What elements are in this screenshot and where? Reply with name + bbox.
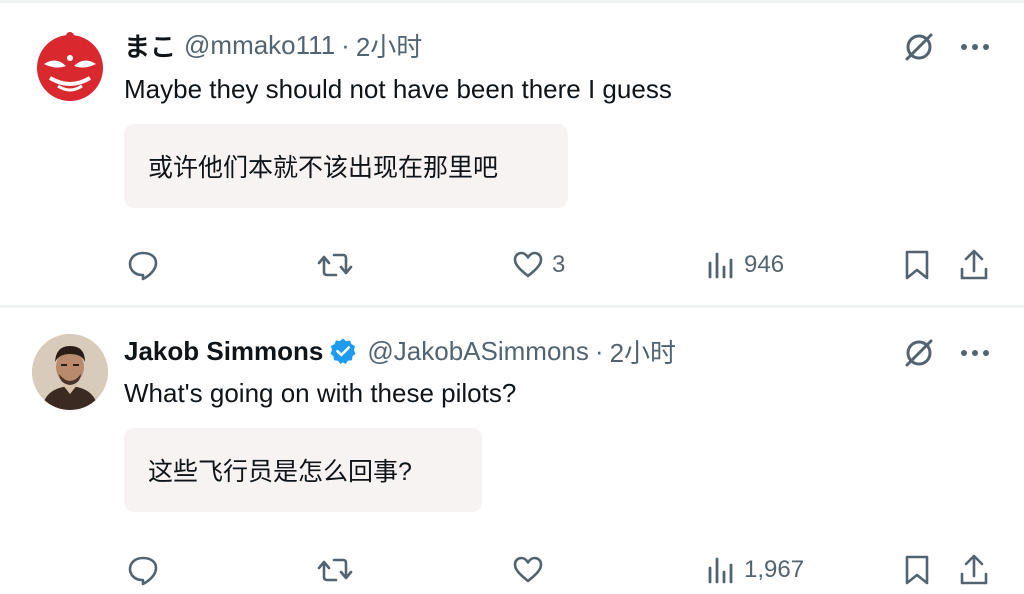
tweet-top-icons <box>902 30 990 64</box>
grok-icon[interactable] <box>902 30 936 64</box>
like-count: 3 <box>552 251 566 278</box>
retweet-icon <box>317 558 353 582</box>
heart-icon <box>513 251 543 278</box>
tweet-text: Maybe they should not have been there I … <box>124 74 672 104</box>
tweet-header: まこ @mmako111 · 2小时 <box>124 28 422 62</box>
tweet[interactable]: Jakob Simmons @JakobASimmons · 2小时 What' <box>0 308 1024 594</box>
user-handle[interactable]: @mmako111 <box>184 30 335 61</box>
like-button[interactable]: 3 <box>512 245 565 285</box>
share-button[interactable] <box>958 245 990 285</box>
translation-box: 或许他们本就不该出现在那里吧 <box>124 124 568 208</box>
views-icon <box>708 557 733 584</box>
views-button[interactable]: 1,967 <box>706 550 804 590</box>
reply-button[interactable] <box>126 550 160 590</box>
views-button[interactable]: 946 <box>706 245 784 285</box>
retweet-icon <box>317 253 353 277</box>
bookmark-button[interactable] <box>902 245 932 285</box>
display-name[interactable]: Jakob Simmons <box>124 336 323 367</box>
reply-icon <box>128 251 158 281</box>
tweet-action-bar: 3 946 <box>0 245 1024 285</box>
timestamp[interactable]: 2小时 <box>356 27 422 64</box>
more-icon[interactable] <box>960 348 990 358</box>
user-handle[interactable]: @JakobASimmons <box>367 336 588 367</box>
separator-dot: · <box>341 29 350 60</box>
share-icon <box>960 554 988 585</box>
retweet-button[interactable] <box>316 245 354 285</box>
bookmark-icon <box>905 250 929 280</box>
views-count: 946 <box>744 251 785 278</box>
more-icon[interactable] <box>960 42 990 52</box>
retweet-button[interactable] <box>316 550 354 590</box>
avatar-mask-image <box>32 28 108 104</box>
views-icon <box>708 252 733 279</box>
separator-dot: · <box>594 335 604 366</box>
tweet-action-bar: 1,967 <box>0 550 1024 590</box>
views-count: 1,967 <box>744 556 805 583</box>
share-icon <box>960 249 988 280</box>
reply-button[interactable] <box>126 245 160 285</box>
heart-icon <box>513 556 543 583</box>
bookmark-button[interactable] <box>902 550 932 590</box>
tweet-top-icons <box>902 336 990 370</box>
share-button[interactable] <box>958 550 990 590</box>
translation-text: 这些飞行员是怎么回事? <box>148 458 412 486</box>
tweet-text: What's going on with these pilots? <box>124 378 517 408</box>
avatar-photo-image <box>32 334 108 410</box>
tweet[interactable]: まこ @mmako111 · 2小时 Maybe they should not… <box>0 0 1024 306</box>
timestamp[interactable]: 2小时 <box>610 333 676 370</box>
translation-text: 或许他们本就不该出现在那里吧 <box>148 154 499 182</box>
verified-badge-icon <box>329 337 357 365</box>
grok-icon[interactable] <box>902 336 936 370</box>
avatar[interactable] <box>32 334 108 410</box>
display-name[interactable]: まこ <box>124 27 176 64</box>
reply-icon <box>128 556 158 586</box>
like-button[interactable] <box>512 550 552 590</box>
bookmark-icon <box>905 555 929 585</box>
translation-box: 这些飞行员是怎么回事? <box>124 428 482 512</box>
tweet-header: Jakob Simmons @JakobASimmons · 2小时 <box>124 334 676 368</box>
avatar[interactable] <box>32 28 108 104</box>
